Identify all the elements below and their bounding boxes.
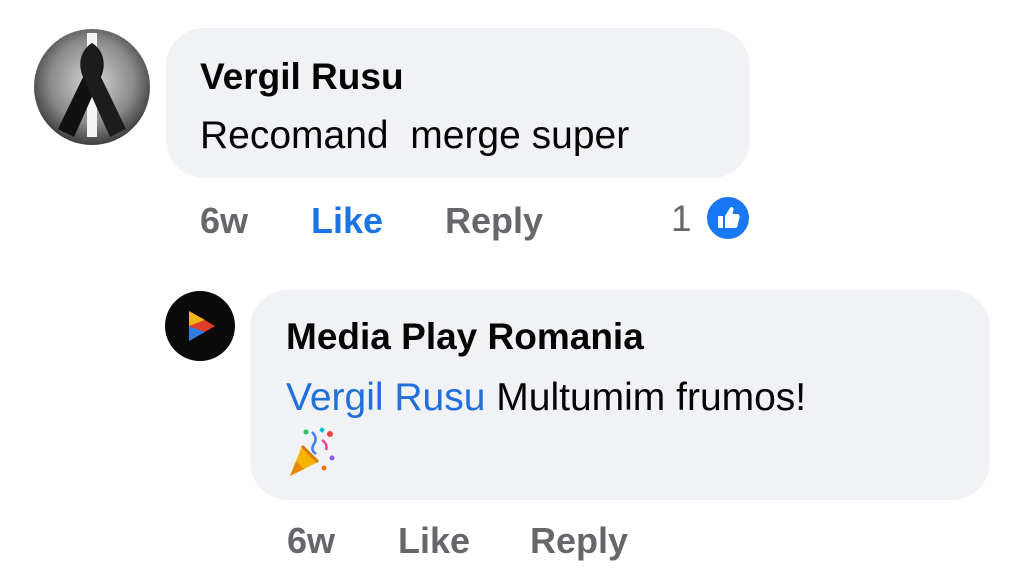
like-button[interactable]: Like (398, 520, 470, 562)
black-ribbon-candle-icon (34, 29, 150, 145)
avatar-media-play-romania[interactable] (165, 291, 235, 361)
comment-author[interactable]: Media Play Romania (286, 316, 644, 358)
comment-timestamp[interactable]: 6w (287, 520, 335, 562)
reply-button[interactable]: Reply (530, 520, 628, 562)
comment-text: Recomand merge super (200, 114, 630, 157)
comment-bubble: Vergil Rusu Recomand merge super (166, 28, 750, 178)
comment-text-body: Multumim frumos! (485, 376, 807, 419)
reply-button[interactable]: Reply (445, 200, 543, 242)
party-popper-icon (290, 427, 335, 476)
mention-link[interactable]: Vergil Rusu (286, 376, 485, 419)
comment-text: Vergil Rusu Multumim frumos! (286, 376, 806, 420)
reply-bubble: Media Play Romania Vergil Rusu Multumim … (250, 290, 990, 500)
play-logo-icon (165, 291, 235, 361)
comment-timestamp[interactable]: 6w (200, 200, 248, 242)
like-button[interactable]: Like (311, 200, 383, 242)
thumbs-up-icon[interactable] (704, 194, 752, 242)
avatar-vergil-rusu[interactable] (34, 29, 150, 145)
reaction-count[interactable]: 1 (671, 198, 692, 240)
comment-author[interactable]: Vergil Rusu (200, 56, 404, 98)
